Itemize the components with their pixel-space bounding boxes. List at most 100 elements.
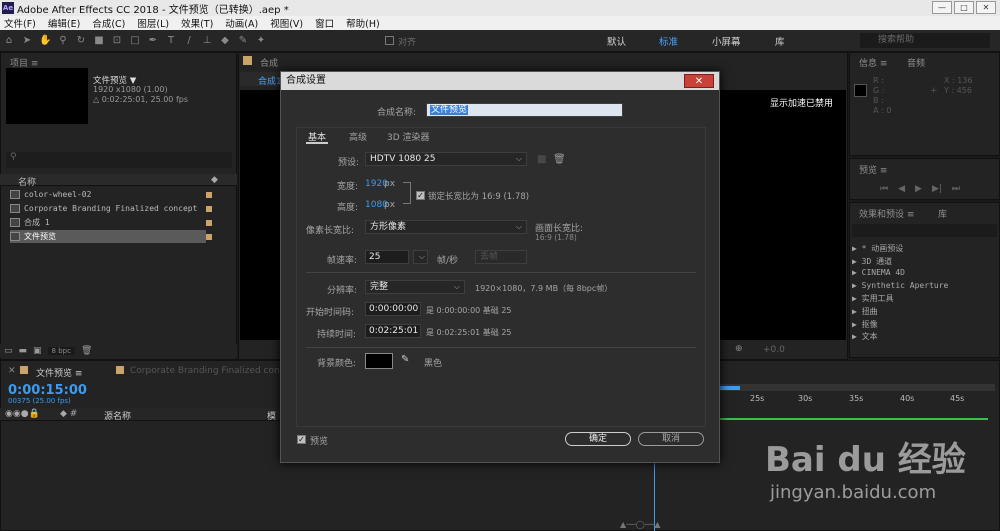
first-frame-icon[interactable]: ⏮ bbox=[880, 184, 888, 194]
interpret-footage-icon[interactable]: ▭ bbox=[4, 346, 13, 356]
crosshair-icon: + bbox=[930, 86, 938, 96]
tab-3d-renderer[interactable]: 3D 渲染器 bbox=[387, 130, 430, 143]
effects-search-input[interactable] bbox=[852, 224, 997, 237]
frame-rate-dropdown[interactable]: ⌵ bbox=[413, 250, 428, 264]
preset-dropdown[interactable]: HDTV 1080 25 ⌵ bbox=[365, 152, 527, 166]
type-tool-icon[interactable]: T bbox=[165, 35, 177, 47]
timeline-close-icon[interactable]: ✕ bbox=[8, 366, 16, 376]
column-source-name[interactable]: 源名称 bbox=[104, 409, 131, 422]
comp-name-input[interactable]: 文件预览 bbox=[426, 103, 623, 117]
roto-brush-tool-icon[interactable]: ✎ bbox=[237, 35, 249, 47]
effect-category[interactable]: ▶ Synthetic Aperture bbox=[852, 281, 948, 290]
lock-aspect-label: 锁定长宽比为 16:9 (1.78) bbox=[428, 192, 530, 202]
lock-aspect-checkbox[interactable]: ✓ bbox=[416, 191, 425, 200]
pen-tool-icon[interactable]: ✒ bbox=[147, 35, 159, 47]
eyedropper-icon[interactable]: ✎ bbox=[401, 354, 409, 365]
minimize-button[interactable]: — bbox=[932, 1, 952, 14]
resolution-dropdown[interactable]: 完整 ⌵ bbox=[365, 280, 465, 294]
cancel-button[interactable]: 取消 bbox=[638, 432, 704, 446]
maximize-button[interactable]: □ bbox=[954, 1, 974, 14]
background-color-swatch[interactable] bbox=[365, 353, 393, 369]
menu-layer[interactable]: 图层(L) bbox=[137, 16, 169, 30]
timeline-tab-active[interactable]: 文件预览 ≡ bbox=[36, 366, 82, 379]
column-mode[interactable]: 模 bbox=[267, 409, 276, 422]
camera-tool-icon[interactable]: ■ bbox=[93, 35, 105, 47]
timeline-tab[interactable]: Corporate Branding Finalized concept bbox=[130, 366, 299, 376]
search-help-input[interactable]: 搜索帮助 bbox=[860, 33, 990, 48]
effect-category[interactable]: ▶ CINEMA 4D bbox=[852, 268, 905, 277]
ok-button[interactable]: 确定 bbox=[565, 432, 631, 446]
delete-preset-icon[interactable]: 🗑 bbox=[553, 154, 566, 165]
project-search-input[interactable]: ⚲ bbox=[6, 152, 232, 168]
project-item[interactable]: 合成 1 bbox=[10, 216, 212, 229]
eraser-tool-icon[interactable]: ◆ bbox=[219, 35, 231, 47]
rotate-tool-icon[interactable]: ↻ bbox=[75, 35, 87, 47]
effect-category[interactable]: ▶ 3D 通道 bbox=[852, 256, 892, 267]
play-icon[interactable]: ▶ bbox=[915, 184, 922, 194]
snapshot-icon[interactable]: ⊕ bbox=[735, 344, 743, 354]
label-column-icon: ◆ bbox=[211, 175, 218, 185]
menu-window[interactable]: 窗口 bbox=[315, 16, 334, 30]
audio-tab[interactable]: 音频 bbox=[907, 56, 925, 69]
close-window-button[interactable]: ✕ bbox=[976, 1, 996, 14]
tab-advanced[interactable]: 高级 bbox=[349, 130, 367, 143]
new-folder-icon[interactable]: ▬ bbox=[19, 346, 28, 356]
selection-tool-icon[interactable]: ➤ bbox=[21, 35, 33, 47]
last-frame-icon[interactable]: ⏭ bbox=[952, 184, 960, 194]
menu-composition[interactable]: 合成(C) bbox=[92, 16, 125, 30]
project-item-selected[interactable]: 文件预览 bbox=[10, 230, 212, 243]
zoom-slider[interactable]: ▲──◯──▲ bbox=[620, 520, 690, 530]
libraries-tab[interactable]: 库 bbox=[938, 207, 947, 220]
pan-behind-tool-icon[interactable]: ⊡ bbox=[111, 35, 123, 47]
ruler-tick: 40s bbox=[900, 394, 915, 403]
exposure-value[interactable]: +0.0 bbox=[763, 345, 785, 355]
preview-checkbox[interactable]: ✓ bbox=[297, 435, 306, 444]
workspace-small-screen[interactable]: 小屏幕 bbox=[712, 34, 741, 48]
project-item[interactable]: Corporate Branding Finalized concept bbox=[10, 202, 212, 215]
layer-bar[interactable] bbox=[720, 418, 988, 420]
workspace-default[interactable]: 默认 bbox=[607, 34, 626, 48]
bpc-toggle[interactable]: 8 bpc bbox=[47, 347, 75, 355]
hand-tool-icon[interactable]: ✋ bbox=[39, 35, 51, 47]
work-area-bar[interactable] bbox=[720, 384, 995, 391]
project-item[interactable]: color-wheel-02 bbox=[10, 188, 212, 201]
column-name[interactable]: 名称 bbox=[18, 175, 36, 188]
menu-effect[interactable]: 效果(T) bbox=[181, 16, 213, 30]
home-icon[interactable]: ⌂ bbox=[3, 35, 15, 47]
effect-category[interactable]: ▶ * 动画预设 bbox=[852, 243, 903, 254]
duration-input[interactable]: 0:02:25:01 bbox=[365, 324, 421, 338]
menu-file[interactable]: 文件(F) bbox=[4, 16, 36, 30]
menu-edit[interactable]: 编辑(E) bbox=[48, 16, 80, 30]
effect-category[interactable]: ▶ 文本 bbox=[852, 331, 878, 342]
frame-rate-input[interactable]: 25 bbox=[365, 250, 409, 264]
start-timecode-input[interactable]: 0:00:00:00 bbox=[365, 302, 421, 316]
effect-category[interactable]: ▶ 抠像 bbox=[852, 319, 878, 330]
comp-thumbnail bbox=[6, 68, 88, 124]
menu-help[interactable]: 帮助(H) bbox=[346, 16, 380, 30]
effect-category[interactable]: ▶ 实用工具 bbox=[852, 293, 894, 304]
new-composition-icon[interactable]: ▣ bbox=[33, 346, 42, 356]
workspace-standard[interactable]: 标准 bbox=[659, 34, 678, 48]
rectangle-tool-icon[interactable]: □ bbox=[129, 35, 141, 47]
effects-tab[interactable]: 效果和预设 ≡ bbox=[859, 207, 914, 220]
clone-stamp-tool-icon[interactable]: ⊥ bbox=[201, 35, 213, 47]
puppet-tool-icon[interactable]: ✦ bbox=[255, 35, 267, 47]
prev-frame-icon[interactable]: ◀ bbox=[898, 184, 905, 194]
workspace-libraries[interactable]: 库 bbox=[775, 34, 785, 48]
zoom-tool-icon[interactable]: ⚲ bbox=[57, 35, 69, 47]
dialog-close-button[interactable]: ✕ bbox=[684, 74, 714, 88]
work-area-end[interactable] bbox=[720, 386, 740, 390]
info-tab[interactable]: 信息 ≡ bbox=[859, 56, 887, 69]
preview-tab[interactable]: 预览 ≡ bbox=[859, 163, 887, 176]
current-timecode[interactable]: 0:00:15:00 bbox=[8, 383, 87, 398]
next-frame-icon[interactable]: ▶| bbox=[932, 184, 942, 194]
save-preset-icon[interactable]: ▩ bbox=[537, 154, 546, 165]
menu-animation[interactable]: 动画(A) bbox=[225, 16, 258, 30]
delete-icon[interactable]: 🗑 bbox=[81, 346, 92, 356]
menu-view[interactable]: 视图(V) bbox=[270, 16, 303, 30]
brush-tool-icon[interactable]: / bbox=[183, 35, 195, 47]
pixel-aspect-dropdown[interactable]: 方形像素 ⌵ bbox=[365, 220, 527, 234]
snap-checkbox[interactable] bbox=[385, 36, 394, 45]
effect-category[interactable]: ▶ 扭曲 bbox=[852, 306, 878, 317]
time-ruler[interactable]: 25s 30s 35s 40s 45s bbox=[720, 392, 995, 407]
